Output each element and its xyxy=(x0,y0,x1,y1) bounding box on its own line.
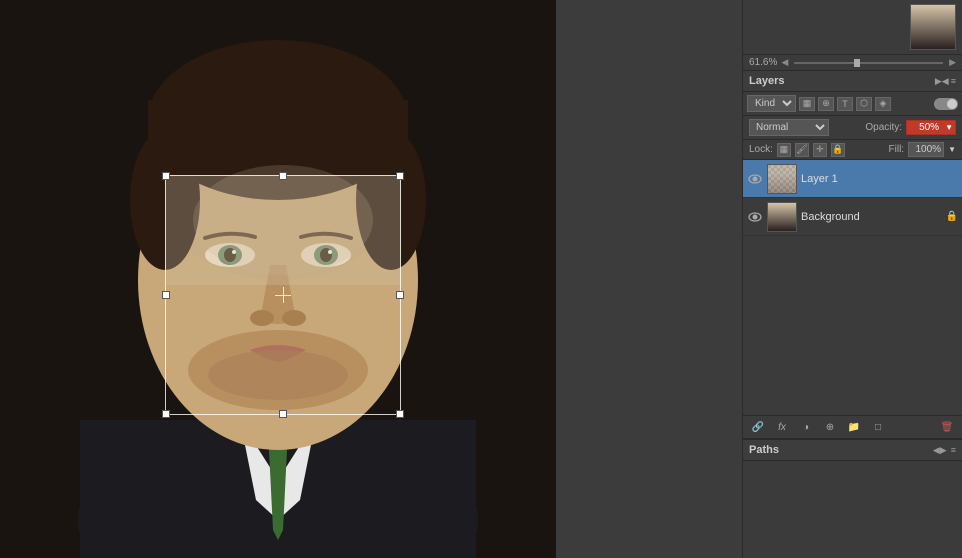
panel-menu-icon[interactable]: ≡ xyxy=(951,76,956,86)
filter-smart-icon[interactable]: ◈ xyxy=(875,97,891,111)
background-visibility-toggle[interactable] xyxy=(747,209,763,225)
filter-row: Kind ▦ ⊕ T ⬡ ◈ xyxy=(743,92,962,116)
layer1-visibility-toggle[interactable] xyxy=(747,171,763,187)
toolbar-link-icon[interactable]: 🔗 xyxy=(749,419,767,435)
filter-text-icon[interactable]: T xyxy=(837,97,853,111)
paths-panel-title: Paths xyxy=(749,444,779,456)
filter-toggle[interactable] xyxy=(934,98,958,110)
paths-header-icons: ◀▶ ≡ xyxy=(933,445,956,456)
toolbar-mask-icon[interactable]: ◑ xyxy=(797,419,815,435)
layers-panel-title: Layers xyxy=(749,75,784,87)
blend-opacity-row: Normal Opacity: 50% ▼ xyxy=(743,116,962,140)
filter-pixel-icon[interactable]: ▦ xyxy=(799,97,815,111)
paths-menu-icon[interactable]: ≡ xyxy=(951,445,956,455)
background-thumbnail xyxy=(767,202,797,232)
layer-list: Layer 1 Background 🔒 xyxy=(743,160,962,415)
zoom-value: 61.6% xyxy=(749,57,777,68)
zoom-slider[interactable] xyxy=(794,62,943,64)
paths-collapse-icon[interactable]: ◀▶ xyxy=(933,445,947,456)
right-panel: 61.6% ◀ ▶ Layers ▶◀ ≡ Kind ▦ ⊕ T ⬡ ◈ Nor… xyxy=(742,0,962,558)
opacity-label: Opacity: xyxy=(865,122,902,133)
filter-kind-select[interactable]: Kind xyxy=(747,95,796,112)
paths-panel-header: Paths ◀▶ ≡ xyxy=(743,440,962,461)
fill-arrow[interactable]: ▼ xyxy=(948,145,956,154)
portrait-svg xyxy=(0,0,556,558)
background-lock-icon: 🔒 xyxy=(946,211,958,222)
filter-shape-icon[interactable]: ⬡ xyxy=(856,97,872,111)
toolbar-delete-icon[interactable]: 🗑 xyxy=(938,419,956,435)
fill-value[interactable]: 100% xyxy=(908,142,944,157)
zoom-right-arrow[interactable]: ▶ xyxy=(949,57,956,68)
thumbnail-preview xyxy=(911,5,955,49)
lock-paint-icon[interactable]: 🖌 xyxy=(795,143,809,157)
fill-label: Fill: xyxy=(889,144,905,155)
lock-label: Lock: xyxy=(749,144,773,155)
toolbar-adjustment-icon[interactable]: ⊕ xyxy=(821,419,839,435)
layers-panel-header: Layers ▶◀ ≡ xyxy=(743,71,962,92)
lock-all-icon[interactable]: 🔒 xyxy=(831,143,845,157)
blend-mode-select[interactable]: Normal xyxy=(749,119,829,136)
layer1-name: Layer 1 xyxy=(801,173,958,185)
toolbar-folder-icon[interactable]: 📁 xyxy=(845,419,863,435)
layer-toolbar: 🔗 fx ◑ ⊕ 📁 □ 🗑 xyxy=(743,415,962,438)
filter-adjust-icon[interactable]: ⊕ xyxy=(818,97,834,111)
panel-header-icons: ▶◀ ≡ xyxy=(935,76,956,87)
zoom-row: 61.6% ◀ ▶ xyxy=(743,55,962,71)
lock-fill-row: Lock: ▦ 🖌 ✛ 🔒 Fill: 100% ▼ xyxy=(743,140,962,160)
opacity-value[interactable]: 50% xyxy=(907,121,943,134)
lock-pixels-icon[interactable]: ▦ xyxy=(777,143,791,157)
canvas-area xyxy=(0,0,742,558)
zoom-slider-thumb[interactable] xyxy=(854,59,860,67)
document-thumbnail xyxy=(910,4,956,50)
panel-expand-icon[interactable]: ▶◀ xyxy=(935,76,949,87)
opacity-arrow[interactable]: ▼ xyxy=(943,122,955,133)
layer-item-background[interactable]: Background 🔒 xyxy=(743,198,962,236)
canvas-image[interactable] xyxy=(0,0,556,558)
paths-panel: Paths ◀▶ ≡ xyxy=(743,438,962,558)
layer-item-layer1[interactable]: Layer 1 xyxy=(743,160,962,198)
zoom-left-arrow[interactable]: ◀ xyxy=(781,57,788,68)
thumbnail-row xyxy=(743,0,962,55)
toolbar-new-layer-icon[interactable]: □ xyxy=(869,419,887,435)
lock-move-icon[interactable]: ✛ xyxy=(813,143,827,157)
toolbar-fx-icon[interactable]: fx xyxy=(773,419,791,435)
layer1-thumbnail xyxy=(767,164,797,194)
background-layer-name: Background xyxy=(801,211,942,223)
paths-content xyxy=(743,461,962,558)
